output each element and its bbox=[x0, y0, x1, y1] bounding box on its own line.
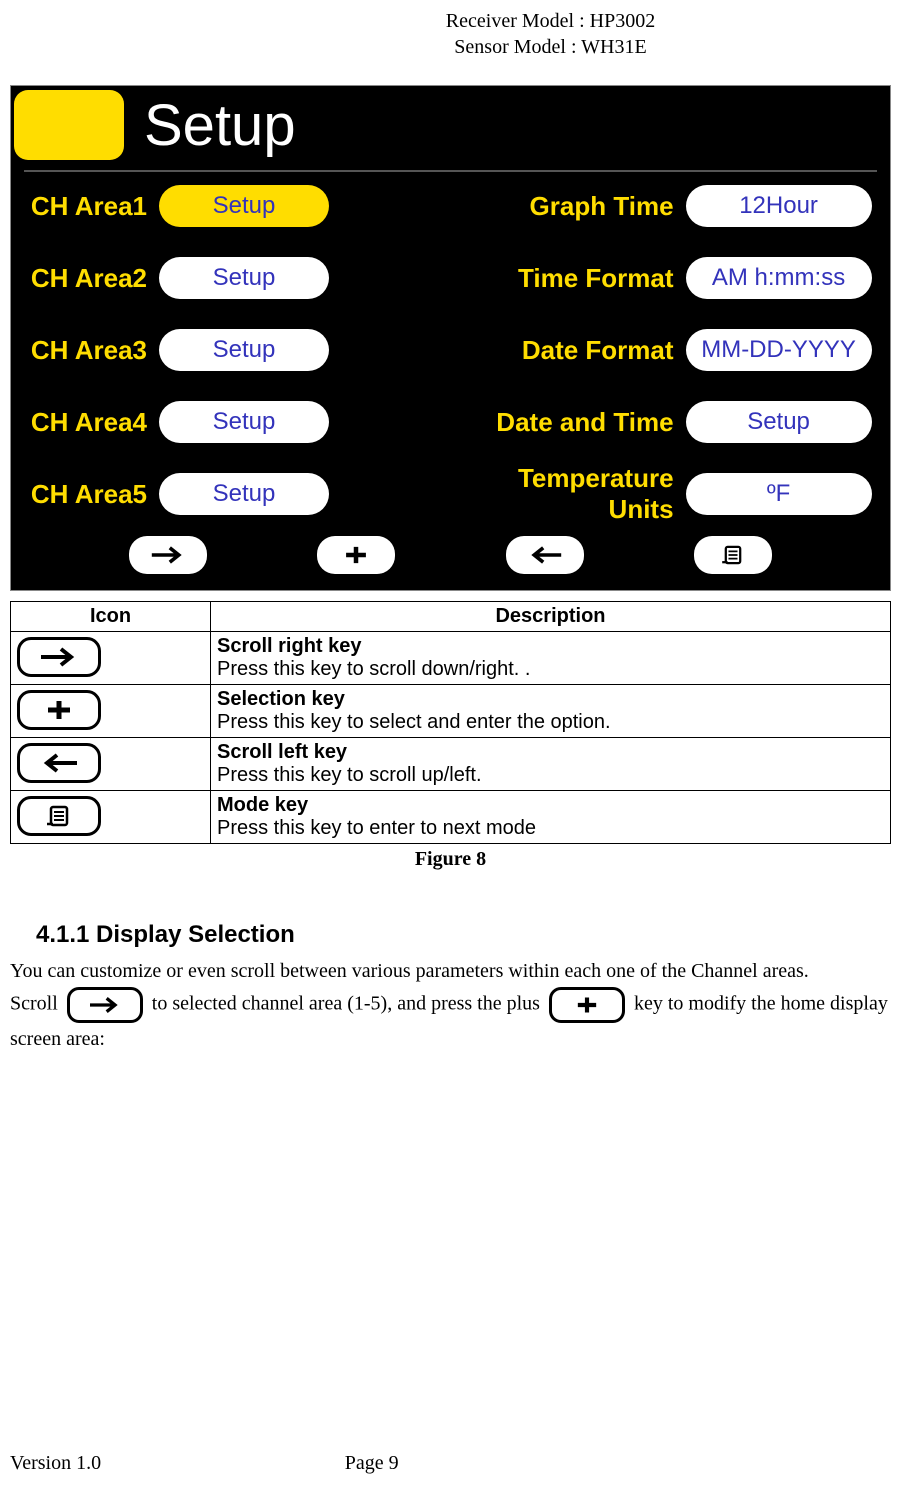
time-format-row: Time Format AM h:mm:ss bbox=[468, 254, 877, 302]
ch-area2-value[interactable]: Setup bbox=[159, 257, 329, 299]
ch-area1-value[interactable]: Setup bbox=[159, 185, 329, 227]
date-format-value[interactable]: MM-DD-YYYY bbox=[686, 329, 872, 371]
footer-version: Version 1.0 bbox=[10, 1452, 345, 1475]
arrow-left-icon bbox=[17, 743, 101, 783]
mode-button[interactable] bbox=[694, 536, 772, 574]
divider bbox=[24, 170, 877, 172]
page-footer: Version 1.0 Page 9 bbox=[0, 1452, 901, 1475]
header-model-info: Receiver Model : HP3002 Sensor Model : W… bbox=[200, 0, 901, 60]
row-title: Scroll left key bbox=[217, 741, 347, 763]
section-paragraph-2: Scroll to selected channel area (1-5), a… bbox=[10, 987, 891, 1055]
date-format-row: Date Format MM-DD-YYYY bbox=[468, 326, 877, 374]
ch-area4-row: CH Area4 Setup bbox=[24, 398, 468, 446]
ch-area5-label: CH Area5 bbox=[24, 479, 159, 510]
temp-units-label: Temperature Units bbox=[468, 463, 686, 525]
ch-area2-label: CH Area2 bbox=[24, 263, 159, 294]
ch-area3-row: CH Area3 Setup bbox=[24, 326, 468, 374]
row-desc: Press this key to enter to next mode bbox=[217, 817, 536, 839]
device-screenshot: Setup CH Area1 Setup CH Area2 Setup CH A… bbox=[10, 85, 891, 591]
date-and-time-value[interactable]: Setup bbox=[686, 401, 872, 443]
selection-button[interactable] bbox=[317, 536, 395, 574]
plus-icon bbox=[17, 690, 101, 730]
ch-area5-row: CH Area5 Setup bbox=[24, 470, 468, 518]
graph-time-label: Graph Time bbox=[468, 191, 686, 222]
row-title: Scroll right key bbox=[217, 635, 362, 657]
footer-page: Page 9 bbox=[345, 1452, 399, 1475]
setup-indicator-box bbox=[14, 90, 124, 160]
arrow-right-icon bbox=[150, 543, 186, 567]
row-desc: Press this key to select and enter the o… bbox=[217, 711, 611, 733]
date-format-label: Date Format bbox=[468, 335, 686, 366]
section-paragraph-1: You can customize or even scroll between… bbox=[10, 955, 891, 987]
table-row: Mode keyPress this key to enter to next … bbox=[11, 791, 891, 844]
time-format-label: Time Format bbox=[468, 263, 686, 294]
icon-description-table: Icon Description Scroll right keyPress t… bbox=[10, 601, 891, 844]
plus-icon bbox=[549, 987, 625, 1023]
temp-units-row: Temperature Units ºF bbox=[468, 470, 877, 518]
temp-units-value[interactable]: ºF bbox=[686, 473, 872, 515]
graph-time-row: Graph Time 12Hour bbox=[468, 182, 877, 230]
row-title: Selection key bbox=[217, 688, 345, 710]
row-desc: Press this key to scroll up/left. bbox=[217, 764, 482, 786]
arrow-right-icon bbox=[17, 637, 101, 677]
plus-icon bbox=[338, 543, 374, 567]
date-and-time-label: Date and Time bbox=[468, 407, 686, 438]
figure-caption: Figure 8 bbox=[0, 848, 901, 871]
ch-area2-row: CH Area2 Setup bbox=[24, 254, 468, 302]
table-header-icon: Icon bbox=[11, 602, 211, 632]
scroll-left-button[interactable] bbox=[506, 536, 584, 574]
ch-area1-label: CH Area1 bbox=[24, 191, 159, 222]
ch-area3-label: CH Area3 bbox=[24, 335, 159, 366]
receiver-model: Receiver Model : HP3002 bbox=[200, 8, 901, 34]
ch-area4-value[interactable]: Setup bbox=[159, 401, 329, 443]
date-and-time-row: Date and Time Setup bbox=[468, 398, 877, 446]
time-format-value[interactable]: AM h:mm:ss bbox=[686, 257, 872, 299]
ch-area4-label: CH Area4 bbox=[24, 407, 159, 438]
table-row: Selection keyPress this key to select an… bbox=[11, 685, 891, 738]
ch-area1-row: CH Area1 Setup bbox=[24, 182, 468, 230]
ch-area5-value[interactable]: Setup bbox=[159, 473, 329, 515]
ch-area3-value[interactable]: Setup bbox=[159, 329, 329, 371]
graph-time-value[interactable]: 12Hour bbox=[686, 185, 872, 227]
table-header-description: Description bbox=[211, 602, 891, 632]
table-row: Scroll left keyPress this key to scroll … bbox=[11, 738, 891, 791]
scroll-right-button[interactable] bbox=[129, 536, 207, 574]
screen-title: Setup bbox=[134, 90, 296, 160]
row-title: Mode key bbox=[217, 794, 308, 816]
table-row: Scroll right keyPress this key to scroll… bbox=[11, 632, 891, 685]
section-heading: 4.1.1 Display Selection bbox=[36, 921, 901, 949]
arrow-left-icon bbox=[527, 543, 563, 567]
mode-icon bbox=[715, 543, 751, 567]
row-desc: Press this key to scroll down/right. . bbox=[217, 658, 530, 680]
sensor-model: Sensor Model : WH31E bbox=[200, 34, 901, 60]
arrow-right-icon bbox=[67, 987, 143, 1023]
mode-icon bbox=[17, 796, 101, 836]
